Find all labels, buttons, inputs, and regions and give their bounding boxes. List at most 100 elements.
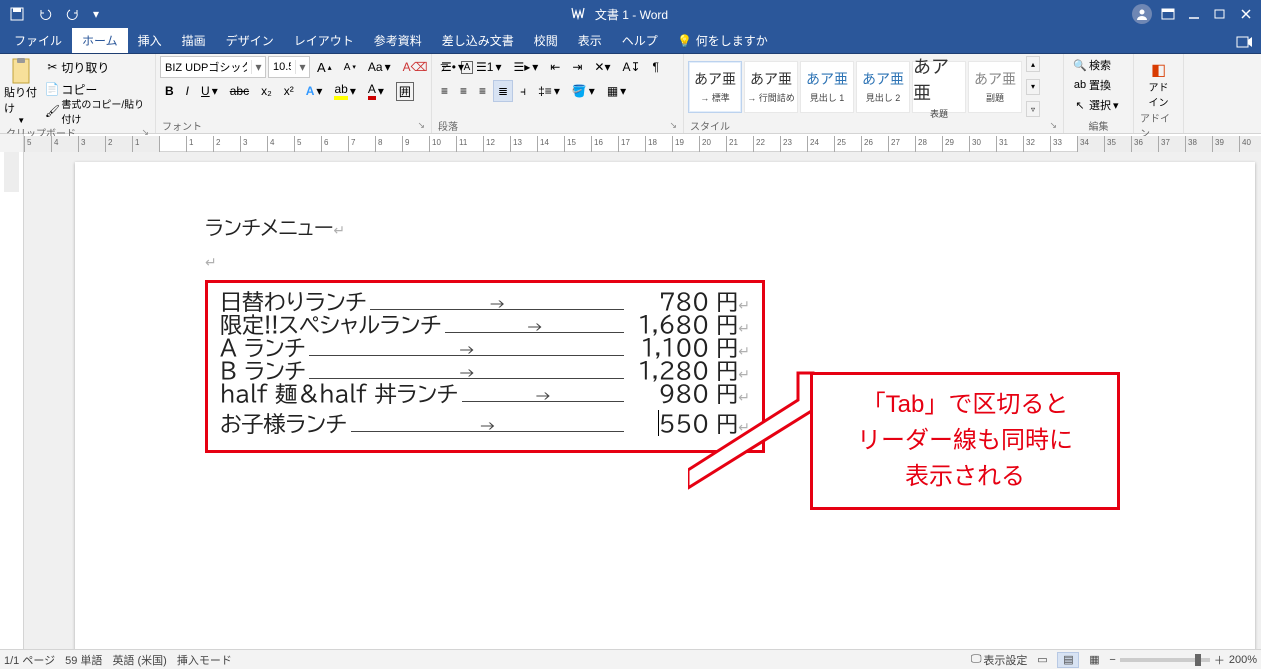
status-insert-mode[interactable]: 挿入モード [177, 652, 232, 668]
line-spacing-icon: ‡≡ [538, 84, 552, 98]
borders-button[interactable]: ▦▾ [602, 80, 631, 102]
tab-layout[interactable]: レイアウト [284, 28, 364, 53]
paragraph-dialog-launcher[interactable]: ↘ [669, 120, 677, 131]
clear-formatting-button[interactable]: A⌫ [398, 56, 433, 78]
view-read-mode[interactable]: ▭ [1031, 652, 1053, 668]
shrink-font-button[interactable]: A▾ [339, 56, 361, 78]
share-button[interactable] [1227, 28, 1261, 53]
ruler-vertical[interactable] [0, 152, 24, 649]
group-font: ▾ ▾ A▴ A▾ Aa▾ A⌫ ア A B I U▾ abc x₂ x² A▾… [156, 54, 432, 133]
menu-highlight-box: 日替わりランチ→780 円↵限定!!スペシャルランチ→1,680 円↵A ランチ… [205, 280, 765, 453]
font-color-button[interactable]: A▾ [363, 80, 389, 102]
character-border-button[interactable]: 囲 [391, 80, 419, 102]
window-controls [1131, 3, 1261, 25]
undo-button[interactable] [34, 3, 56, 25]
line-spacing-button[interactable]: ‡≡▾ [533, 80, 565, 102]
select-button[interactable]: ↖選択▾ [1068, 96, 1124, 114]
grow-font-button[interactable]: A▴ [312, 56, 337, 78]
shading-button[interactable]: 🪣▾ [567, 80, 600, 102]
zoom-in-button[interactable]: ＋ [1214, 652, 1225, 668]
minimize-button[interactable] [1183, 3, 1205, 25]
style-item-1[interactable]: あア亜→ 行間詰め [744, 61, 798, 113]
group-paragraph: ☰•▾ ☰1▾ ☰▸▾ ⇤ ⇥ ✕▾ A↧ ¶ ≡ ≡ ≡ ≣ ⫞ ‡≡▾ 🪣▾… [432, 54, 684, 133]
tab-references[interactable]: 参考資料 [364, 28, 432, 53]
titlebar: ▾ 文書 1 - Word [0, 0, 1261, 28]
ribbon-tabs: ファイル ホーム 挿入 描画 デザイン レイアウト 参考資料 差し込み文書 校閲… [0, 28, 1261, 54]
brush-icon: 🖌 [45, 104, 59, 118]
qat-customize-button[interactable]: ▾ [90, 3, 102, 25]
strikethrough-button[interactable]: abc [225, 80, 254, 102]
style-item-3[interactable]: あア亜見出し 2 [856, 61, 910, 113]
view-print-layout[interactable]: ▤ [1057, 652, 1079, 668]
multilevel-list-button[interactable]: ☰▸▾ [508, 56, 543, 78]
ruler-horizontal[interactable]: 5432112345678910111213141516171819202122… [0, 134, 1261, 152]
tell-me-search[interactable]: 💡 何をしますか [668, 28, 778, 53]
menu-item-name: お子様ランチ [220, 413, 347, 435]
cut-button[interactable]: ✂切り取り [40, 56, 151, 78]
replace-button[interactable]: ab置換 [1068, 76, 1116, 94]
show-hide-marks-button[interactable]: ¶ [648, 56, 664, 78]
italic-button[interactable]: I [181, 80, 194, 102]
zoom-slider[interactable] [1120, 658, 1210, 662]
tab-design[interactable]: デザイン [216, 28, 284, 53]
paste-button[interactable]: 貼り付け ▼ [4, 56, 38, 125]
zoom-level[interactable]: 200% [1229, 654, 1257, 666]
status-page[interactable]: 1/1 ページ [4, 652, 55, 668]
change-case-button[interactable]: Aa▾ [363, 56, 396, 78]
text-effects-button[interactable]: A▾ [301, 80, 328, 102]
align-left-button[interactable]: ≡ [436, 80, 453, 102]
font-name-combo[interactable]: ▾ [160, 56, 266, 78]
numbering-button[interactable]: ☰1▾ [471, 56, 506, 78]
decrease-indent-icon: ⇤ [550, 60, 560, 74]
save-button[interactable] [6, 3, 28, 25]
paragraph-mark-icon: ↵ [738, 321, 750, 337]
ribbon-display-options-button[interactable] [1157, 3, 1179, 25]
maximize-button[interactable] [1209, 3, 1231, 25]
highlight-button[interactable]: ab▾ [329, 80, 360, 102]
zoom-out-button[interactable]: − [1109, 654, 1115, 666]
display-settings-button[interactable]: 🖵表示設定 [971, 652, 1028, 668]
styles-expand[interactable]: ▿ [1026, 101, 1040, 117]
subscript-button[interactable]: x₂ [256, 80, 277, 102]
style-item-2[interactable]: あア亜見出し 1 [800, 61, 854, 113]
status-word-count[interactable]: 59 単語 [65, 652, 102, 668]
paragraph-mark-icon: ↵ [738, 344, 750, 360]
styles-dialog-launcher[interactable]: ↘ [1049, 120, 1057, 131]
style-item-5[interactable]: あア亜副題 [968, 61, 1022, 113]
tab-insert[interactable]: 挿入 [128, 28, 172, 53]
bullets-button[interactable]: ☰•▾ [436, 56, 469, 78]
addin-button[interactable]: ◧ アド イン [1144, 62, 1174, 112]
align-center-button[interactable]: ≡ [455, 80, 472, 102]
tab-help[interactable]: ヘルプ [612, 28, 668, 53]
font-size-combo[interactable]: ▾ [268, 56, 310, 78]
sort-button[interactable]: A↧ [617, 56, 645, 78]
style-item-4[interactable]: あア亜表題 [912, 61, 966, 113]
status-language[interactable]: 英語 (米国) [112, 652, 166, 668]
underline-button[interactable]: U▾ [196, 80, 223, 102]
format-painter-button[interactable]: 🖌書式のコピー/貼り付け [40, 100, 151, 122]
find-button[interactable]: 🔍検索 [1068, 56, 1116, 74]
tab-home[interactable]: ホーム [72, 28, 128, 53]
style-item-0[interactable]: あア亜→ 標準 [688, 61, 742, 113]
tab-view[interactable]: 表示 [568, 28, 612, 53]
tab-draw[interactable]: 描画 [172, 28, 216, 53]
font-dialog-launcher[interactable]: ↘ [417, 120, 425, 131]
align-right-button[interactable]: ≡ [474, 80, 491, 102]
justify-button[interactable]: ≣ [493, 80, 513, 102]
asian-layout-button[interactable]: ✕▾ [589, 56, 615, 78]
bold-button[interactable]: B [160, 80, 179, 102]
redo-button[interactable] [62, 3, 84, 25]
tab-file[interactable]: ファイル [4, 28, 72, 53]
styles-scroll-down[interactable]: ▾ [1026, 79, 1040, 95]
account-button[interactable] [1131, 3, 1153, 25]
tab-mailings[interactable]: 差し込み文書 [432, 28, 524, 53]
superscript-button[interactable]: x² [279, 80, 299, 102]
tab-review[interactable]: 校閲 [524, 28, 568, 53]
decrease-indent-button[interactable]: ⇤ [545, 56, 565, 78]
styles-scroll-up[interactable]: ▴ [1026, 56, 1040, 72]
distribute-button[interactable]: ⫞ [515, 80, 531, 102]
increase-indent-button[interactable]: ⇥ [567, 56, 587, 78]
close-button[interactable] [1235, 3, 1257, 25]
document-content[interactable]: ランチメニュー↵ ↵ 日替わりランチ→780 円↵限定!!スペシャルランチ→1,… [205, 212, 765, 453]
view-web-layout[interactable]: ▦ [1083, 652, 1105, 668]
